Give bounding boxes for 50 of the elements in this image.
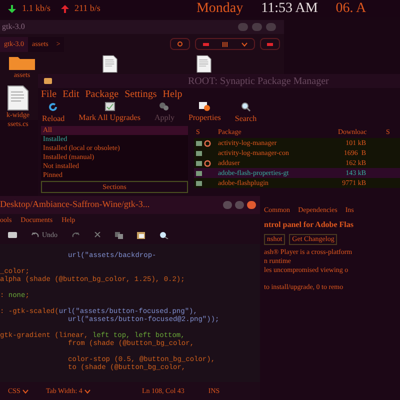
- search-icon[interactable]: [158, 232, 169, 238]
- folder-icon[interactable]: [8, 55, 36, 71]
- package-heading: ntrol panel for Adobe Flas: [264, 218, 354, 230]
- search-icon: [176, 41, 184, 47]
- menu-item[interactable]: File: [41, 86, 57, 102]
- toolbar-button[interactable]: Mark All Upgrades: [78, 100, 140, 126]
- copy-icon[interactable]: [114, 232, 123, 238]
- redo-icon[interactable]: [72, 232, 80, 238]
- status-checkbox[interactable]: [196, 180, 202, 186]
- undo-icon: [31, 232, 39, 238]
- status-checkbox[interactable]: [196, 140, 202, 146]
- paste-icon[interactable]: [136, 232, 145, 238]
- menu-item[interactable]: Help: [162, 86, 182, 102]
- status-checkbox[interactable]: [196, 150, 202, 156]
- app-icon: [44, 78, 52, 84]
- menu-item[interactable]: Package: [85, 86, 119, 102]
- status-checkbox[interactable]: [196, 160, 202, 166]
- search-button[interactable]: [170, 38, 190, 50]
- menu-item[interactable]: Settings: [124, 86, 157, 102]
- upload-speed: 211 b/s: [74, 2, 100, 15]
- checklist-icon: [104, 102, 115, 111]
- column-view-icon[interactable]: [222, 42, 228, 46]
- menu-icon: [267, 42, 273, 46]
- document-icon: [100, 55, 120, 73]
- clock-time: 11:53 AM: [261, 0, 318, 18]
- caret-icon: [84, 388, 92, 394]
- document-icon: [194, 55, 214, 73]
- download-speed: 1.1 kb/s: [22, 2, 51, 15]
- window-title: ROOT: Synaptic Package Manager: [188, 74, 329, 88]
- caret-icon: [22, 388, 30, 394]
- list-view-icon[interactable]: [202, 42, 208, 46]
- day-label: Monday: [196, 0, 244, 18]
- toolbar-button[interactable]: Search: [234, 100, 257, 126]
- caret-icon: [240, 42, 248, 46]
- search-icon: [240, 102, 251, 112]
- close-button[interactable]: [247, 201, 256, 209]
- gears-icon: [159, 102, 170, 111]
- toolbar-button[interactable]: Properties: [188, 100, 221, 126]
- upload-arrow-icon: [60, 4, 69, 12]
- document-icon: [7, 85, 29, 111]
- menu-item[interactable]: Edit: [62, 86, 80, 102]
- toolbar-button[interactable]: Reload: [42, 100, 65, 126]
- properties-icon: [199, 102, 210, 111]
- window-title: gtk-3.0: [2, 21, 25, 33]
- reload-icon: [48, 102, 58, 112]
- menu-button[interactable]: [260, 38, 280, 50]
- date-label: 06. A: [336, 0, 366, 18]
- window-title: Desktop/Ambiance-Saffron-Wine/gtk-3...: [0, 198, 150, 212]
- download-arrow-icon: [8, 4, 16, 12]
- status-checkbox[interactable]: [196, 170, 202, 176]
